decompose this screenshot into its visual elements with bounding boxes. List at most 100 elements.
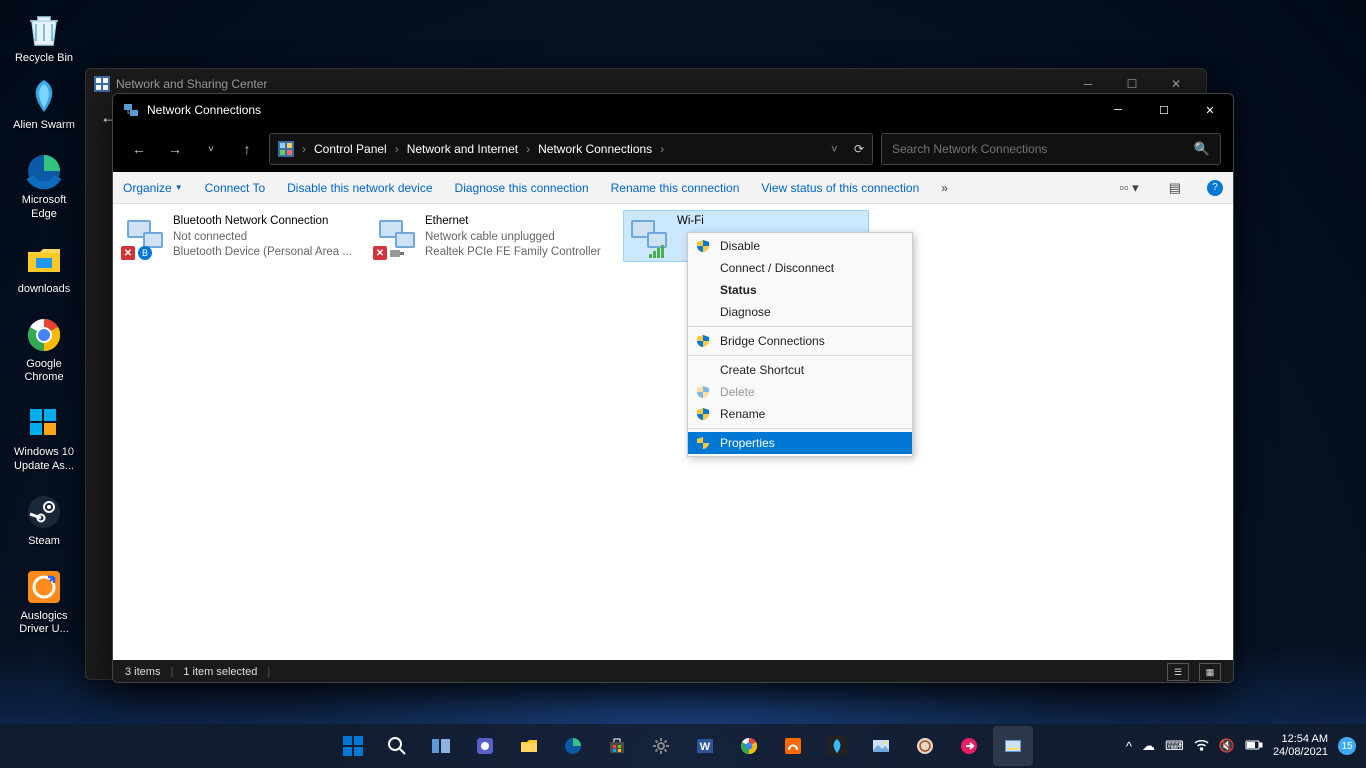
- tray-battery-icon[interactable]: [1245, 739, 1263, 754]
- adapter-name: Bluetooth Network Connection: [173, 214, 352, 230]
- toolbar-diagnose[interactable]: Diagnose this connection: [455, 181, 589, 195]
- taskbar-file-explorer[interactable]: [509, 726, 549, 766]
- desktop-icon-label: Microsoft Edge: [8, 194, 80, 220]
- toolbar-organize[interactable]: Organize ▼: [123, 181, 183, 195]
- tray-wifi-icon[interactable]: [1194, 739, 1209, 754]
- desktop-icon-alien-swarm[interactable]: Alien Swarm: [8, 75, 80, 132]
- taskbar-chrome[interactable]: [729, 726, 769, 766]
- taskbar-clock[interactable]: 12:54 AM 24/08/2021: [1273, 733, 1328, 759]
- refresh-button[interactable]: ⟳: [854, 142, 864, 156]
- desktop-icon-recycle-bin[interactable]: Recycle Bin: [8, 8, 80, 65]
- control-panel-icon: [94, 76, 110, 92]
- taskbar-app-orange[interactable]: [773, 726, 813, 766]
- breadcrumb-network-connections[interactable]: Network Connections: [538, 142, 652, 156]
- start-button[interactable]: [333, 726, 373, 766]
- taskbar-settings[interactable]: [641, 726, 681, 766]
- bluetooth-badge-icon: B: [138, 246, 152, 260]
- desktop-icon-chrome[interactable]: Google Chrome: [8, 314, 80, 384]
- context-menu-delete: Delete: [688, 381, 912, 403]
- statusbar-details-view[interactable]: ☰: [1167, 663, 1189, 681]
- desktop-icon-label: Google Chrome: [8, 358, 80, 384]
- desktop-icon-auslogics[interactable]: Auslogics Driver U...: [8, 566, 80, 636]
- taskbar-search[interactable]: [377, 726, 417, 766]
- address-breadcrumb[interactable]: › Control Panel › Network and Internet ›…: [269, 133, 873, 165]
- breadcrumb-sep: ›: [395, 142, 399, 156]
- context-menu-separator: [688, 355, 912, 356]
- tray-volume-icon[interactable]: 🔇: [1219, 738, 1235, 754]
- adapters-list: ✕B Bluetooth Network Connection Not conn…: [113, 204, 1233, 660]
- taskbar-app-circle[interactable]: [905, 726, 945, 766]
- taskbar-app-pink[interactable]: [949, 726, 989, 766]
- breadcrumb-network-internet[interactable]: Network and Internet: [407, 142, 518, 156]
- nav-recent-button[interactable]: ˅: [197, 135, 225, 163]
- toolbar-rename[interactable]: Rename this connection: [611, 181, 740, 195]
- context-menu-diagnose[interactable]: Diagnose: [688, 301, 912, 323]
- nav-up-button[interactable]: ↑: [233, 135, 261, 163]
- network-connections-window: Network Connections ─ ☐ ✕ ← → ˅ ↑ › Cont…: [112, 93, 1234, 683]
- breadcrumb-control-panel[interactable]: Control Panel: [314, 142, 387, 156]
- address-dropdown-icon[interactable]: ˅: [831, 142, 838, 156]
- toolbar-view-options[interactable]: ▫▫ ▾: [1115, 180, 1142, 196]
- toolbar-connect-to[interactable]: Connect To: [205, 181, 266, 195]
- desktop-icon-label: Alien Swarm: [13, 119, 75, 132]
- taskbar-word[interactable]: W: [685, 726, 725, 766]
- adapter-ethernet[interactable]: ✕ Ethernet Network cable unplugged Realt…: [371, 210, 617, 265]
- breadcrumb-sep: ›: [302, 142, 306, 156]
- context-menu-properties[interactable]: Properties: [688, 432, 912, 454]
- desktop-icon-win10-update[interactable]: Windows 10 Update As...: [8, 402, 80, 472]
- context-menu-create-shortcut[interactable]: Create Shortcut: [688, 359, 912, 381]
- uac-shield-icon: [696, 334, 710, 348]
- toolbar-overflow[interactable]: »: [941, 181, 948, 195]
- desktop-icon-label: Windows 10 Update As...: [8, 446, 80, 472]
- minimize-button[interactable]: ─: [1095, 94, 1141, 126]
- statusbar-selected-count: 1 item selected: [183, 666, 257, 678]
- desktop-icon-steam[interactable]: Steam: [8, 491, 80, 548]
- error-badge-icon: ✕: [373, 246, 387, 260]
- taskbar-edge[interactable]: [553, 726, 593, 766]
- close-button[interactable]: ✕: [1187, 94, 1233, 126]
- toolbar-preview-pane[interactable]: ▤: [1165, 180, 1185, 196]
- context-menu-disable[interactable]: Disable: [688, 235, 912, 257]
- taskbar-widgets[interactable]: [465, 726, 505, 766]
- tray-keyboard-icon[interactable]: ⌨: [1165, 738, 1184, 754]
- adapter-bluetooth[interactable]: ✕B Bluetooth Network Connection Not conn…: [119, 210, 365, 265]
- desktop-icon-label: downloads: [18, 283, 71, 296]
- window-titlebar[interactable]: Network Connections ─ ☐ ✕: [113, 94, 1233, 126]
- uac-shield-icon: [696, 385, 710, 399]
- breadcrumb-sep: ›: [660, 142, 664, 156]
- toolbar-view-status[interactable]: View status of this connection: [761, 181, 919, 195]
- toolbar-disable-device[interactable]: Disable this network device: [287, 181, 432, 195]
- search-icon[interactable]: 🔍: [1194, 141, 1210, 157]
- taskbar-task-view[interactable]: [421, 726, 461, 766]
- taskbar-app-alien[interactable]: [817, 726, 857, 766]
- address-bar-row: ← → ˅ ↑ › Control Panel › Network and In…: [113, 126, 1233, 172]
- maximize-button[interactable]: ☐: [1141, 94, 1187, 126]
- control-panel-icon: [278, 141, 294, 157]
- taskbar-store[interactable]: [597, 726, 637, 766]
- desktop-icon-downloads[interactable]: downloads: [8, 239, 80, 296]
- adapter-icon: [627, 214, 671, 258]
- taskbar-date: 24/08/2021: [1273, 746, 1328, 759]
- context-menu-connect-disconnect[interactable]: Connect / Disconnect: [688, 257, 912, 279]
- nav-back-button[interactable]: ←: [125, 135, 153, 163]
- taskbar-app-control-panel[interactable]: [993, 726, 1033, 766]
- statusbar-tiles-view[interactable]: ▦: [1199, 663, 1221, 681]
- nav-forward-button[interactable]: →: [161, 135, 189, 163]
- context-menu-status[interactable]: Status: [688, 279, 912, 301]
- context-menu-rename[interactable]: Rename: [688, 403, 912, 425]
- tray-overflow-icon[interactable]: ^: [1126, 739, 1132, 754]
- adapter-status: Network cable unplugged: [425, 230, 601, 246]
- adapter-device: Realtek PCIe FE Family Controller: [425, 245, 601, 261]
- context-menu-separator: [688, 428, 912, 429]
- statusbar: 3 items | 1 item selected | ☰ ▦: [113, 660, 1233, 683]
- adapter-device: Bluetooth Device (Personal Area ...: [173, 245, 352, 261]
- search-box[interactable]: 🔍: [881, 133, 1221, 165]
- notification-badge[interactable]: 15: [1338, 737, 1356, 755]
- desktop-icon-edge[interactable]: Microsoft Edge: [8, 150, 80, 220]
- context-menu-bridge[interactable]: Bridge Connections: [688, 330, 912, 352]
- search-input[interactable]: [892, 142, 1194, 156]
- tray-onedrive-icon[interactable]: ☁: [1142, 738, 1155, 754]
- taskbar-app-photos[interactable]: [861, 726, 901, 766]
- toolbar-help-button[interactable]: ?: [1207, 180, 1223, 196]
- command-toolbar: Organize ▼ Connect To Disable this netwo…: [113, 172, 1233, 204]
